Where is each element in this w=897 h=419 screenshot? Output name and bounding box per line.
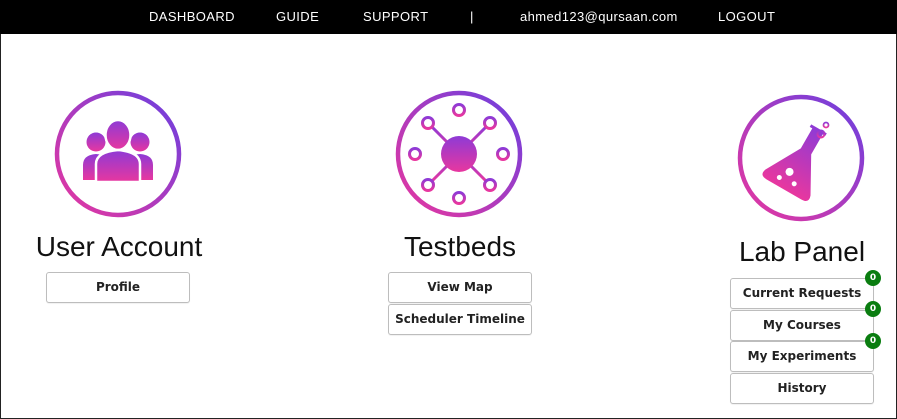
history-button[interactable]: History <box>730 373 874 404</box>
nav-user-email[interactable]: ahmed123@qursaan.com <box>520 0 678 34</box>
my-courses-count-badge: 0 <box>865 301 881 317</box>
view-map-button[interactable]: View Map <box>388 272 532 303</box>
current-requests-count-badge: 0 <box>865 270 881 286</box>
nav-logout-link[interactable]: LOGOUT <box>718 0 775 34</box>
my-experiments-count-badge: 0 <box>865 333 881 349</box>
top-navbar: DASHBOARD GUIDE SUPPORT | ahmed123@qursa… <box>0 0 897 34</box>
lab-panel-title: Lab Panel <box>738 236 866 267</box>
users-group-icon <box>54 90 182 218</box>
scheduler-timeline-button[interactable]: Scheduler Timeline <box>388 304 532 335</box>
profile-button[interactable]: Profile <box>46 272 190 303</box>
network-hub-icon <box>395 90 523 218</box>
current-requests-button[interactable]: Current Requests <box>730 278 874 309</box>
lab-flask-icon <box>737 94 865 222</box>
nav-guide-link[interactable]: GUIDE <box>276 0 319 34</box>
user-account-title: User Account <box>35 231 203 262</box>
my-experiments-button[interactable]: My Experiments <box>730 341 874 372</box>
nav-support-link[interactable]: SUPPORT <box>363 0 428 34</box>
testbeds-title: Testbeds <box>403 231 517 262</box>
nav-separator: | <box>470 9 474 24</box>
my-courses-button[interactable]: My Courses <box>730 310 874 341</box>
nav-dashboard-link[interactable]: DASHBOARD <box>149 0 235 34</box>
